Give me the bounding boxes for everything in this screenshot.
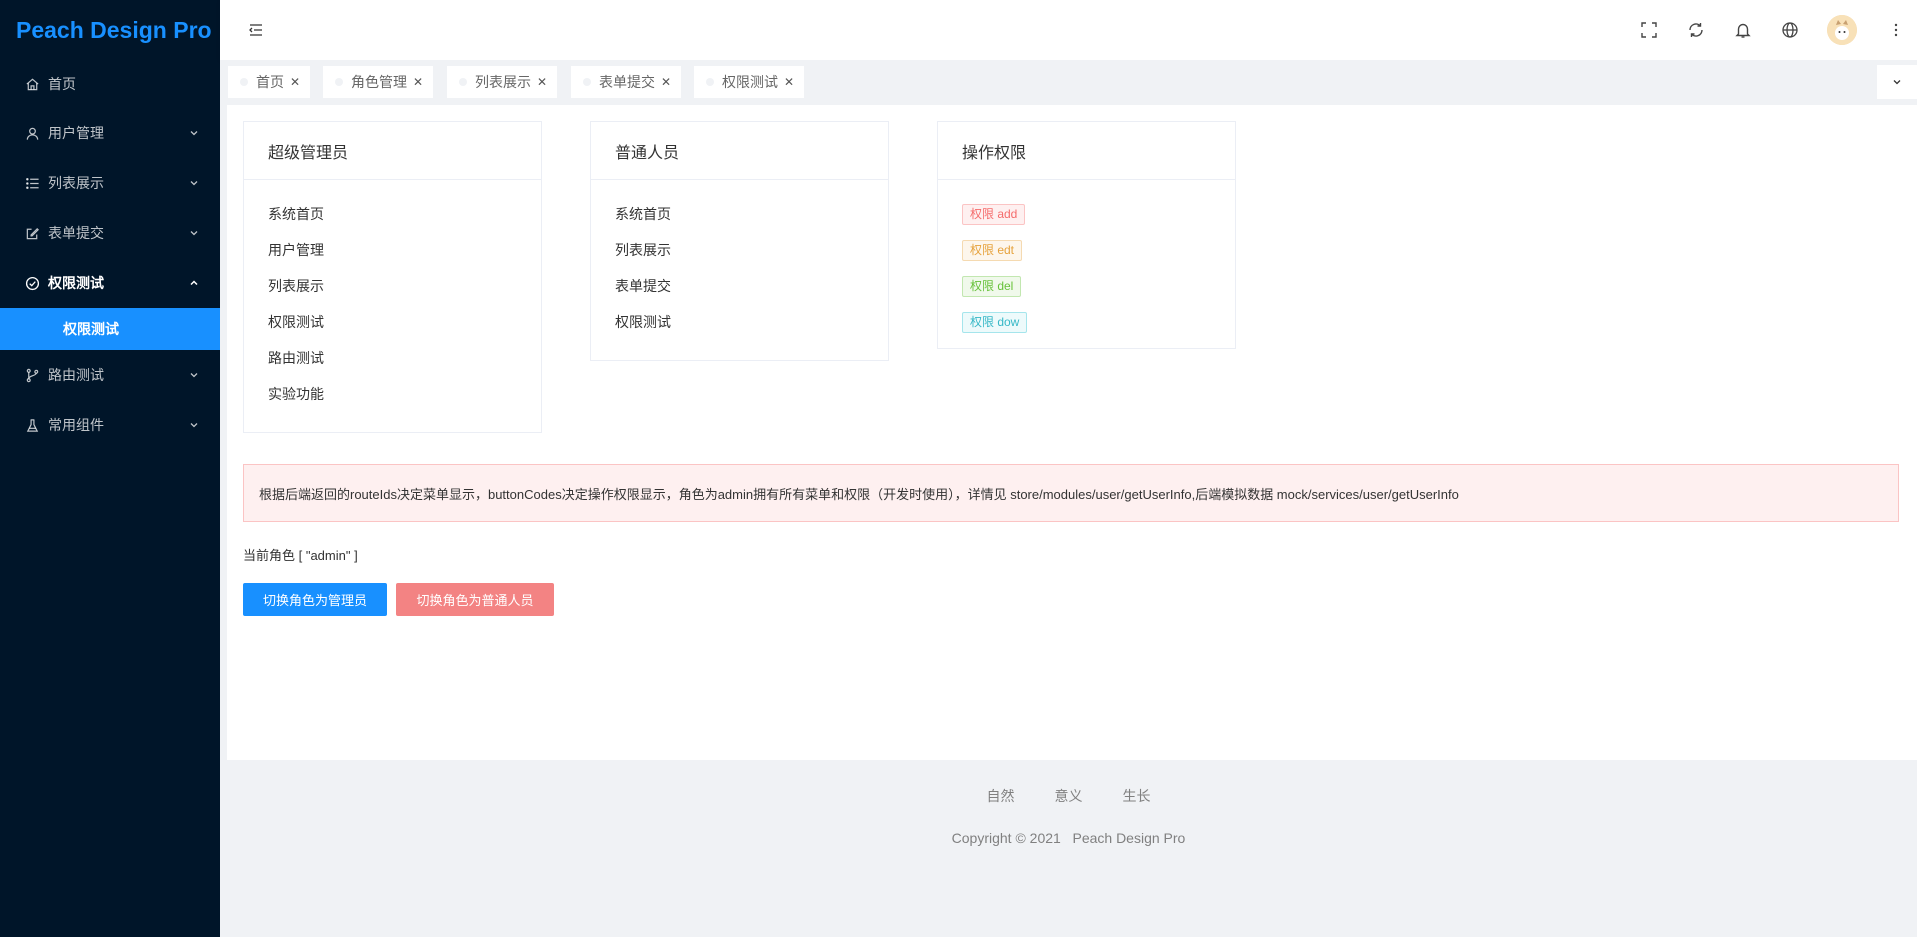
sidebar-item-home[interactable]: 首页 <box>0 60 220 108</box>
sidebar-item-label: 列表展示 <box>48 175 104 191</box>
switch-admin-button[interactable]: 切换角色为管理员 <box>243 583 387 616</box>
flask-icon <box>24 417 40 433</box>
sidebar-subitem-permission-test[interactable]: 权限测试 <box>0 308 220 350</box>
permission-tag-del: 权限 del <box>962 275 1022 297</box>
tab-label: 表单提交 <box>599 74 655 90</box>
sidebar-subitem-label: 权限测试 <box>63 321 119 337</box>
refresh-icon[interactable] <box>1687 21 1705 39</box>
chevron-down-icon <box>188 127 200 139</box>
tab-dot <box>583 78 591 86</box>
permission-tag-edt: 权限 edt <box>962 239 1023 261</box>
chevron-up-icon <box>188 277 200 289</box>
tab-label: 角色管理 <box>351 74 407 90</box>
bell-icon[interactable] <box>1734 21 1752 39</box>
footer-links: 自然 意义 生长 <box>220 786 1917 806</box>
sidebar-item-label: 表单提交 <box>48 225 104 241</box>
tab-label: 首页 <box>256 74 284 90</box>
sidebar-item-form[interactable]: 表单提交 <box>0 208 220 258</box>
sidebar-item-label: 权限测试 <box>48 275 104 291</box>
globe-icon[interactable] <box>1781 21 1799 39</box>
main-content: 超级管理员 系统首页 用户管理 列表展示 权限测试 路由测试 实验功能 普通人员… <box>227 105 1917 760</box>
tab-label: 权限测试 <box>722 74 778 90</box>
sidebar-item-users[interactable]: 用户管理 <box>0 108 220 158</box>
app-logo[interactable]: Peach Design Pro <box>0 0 220 60</box>
tab-form[interactable]: 表单提交 ✕ <box>571 66 682 98</box>
header-actions <box>1611 0 1917 60</box>
close-icon[interactable]: ✕ <box>784 75 794 89</box>
tabs-dropdown-button[interactable] <box>1877 65 1917 99</box>
sidebar-item-list[interactable]: 列表展示 <box>0 158 220 208</box>
chevron-down-icon <box>188 369 200 381</box>
footer-link[interactable]: 自然 <box>987 786 1015 806</box>
tab-home[interactable]: 首页 ✕ <box>228 66 311 98</box>
close-icon[interactable]: ✕ <box>537 75 547 89</box>
home-icon <box>24 76 40 92</box>
avatar[interactable] <box>1827 15 1857 45</box>
branch-icon <box>24 367 40 383</box>
fullscreen-icon[interactable] <box>1640 21 1658 39</box>
card-permissions: 操作权限 权限 add 权限 edt 权限 del 权限 dow <box>937 121 1236 349</box>
tab-dot <box>706 78 714 86</box>
footer-link[interactable]: 生长 <box>1123 786 1151 806</box>
list-item: 用户管理 <box>268 242 324 258</box>
sidebar-item-permission[interactable]: 权限测试 <box>0 258 220 308</box>
current-role-text: 当前角色 [ "admin" ] <box>243 548 358 563</box>
tab-list[interactable]: 列表展示 ✕ <box>447 66 558 98</box>
list-icon <box>24 175 40 191</box>
list-item: 列表展示 <box>268 278 324 294</box>
permission-tag-dow: 权限 dow <box>962 311 1028 333</box>
close-icon[interactable]: ✕ <box>661 75 671 89</box>
tab-label: 列表展示 <box>475 74 531 90</box>
chevron-down-icon <box>188 177 200 189</box>
switch-normal-button[interactable]: 切换角色为普通人员 <box>396 583 554 616</box>
chevron-down-icon <box>188 227 200 239</box>
check-circle-icon <box>24 275 40 291</box>
tab-dot <box>459 78 467 86</box>
more-vertical-icon[interactable] <box>1887 21 1905 39</box>
card-title: 普通人员 <box>591 122 888 180</box>
list-item: 实验功能 <box>268 386 324 402</box>
tab-dot <box>240 78 248 86</box>
menu-fold-icon[interactable] <box>248 22 264 38</box>
close-icon[interactable]: ✕ <box>413 75 423 89</box>
close-icon[interactable]: ✕ <box>290 75 300 89</box>
sidebar-item-label: 首页 <box>48 76 76 92</box>
sidebar-item-label: 用户管理 <box>48 125 104 141</box>
permission-tag-add: 权限 add <box>962 203 1026 225</box>
user-icon <box>24 125 40 141</box>
footer-link[interactable]: 意义 <box>1055 786 1083 806</box>
list-item: 列表展示 <box>615 242 671 258</box>
card-title: 超级管理员 <box>244 122 541 180</box>
tab-permission-test[interactable]: 权限测试 ✕ <box>694 66 805 98</box>
copyright: Copyright © 2021 Peach Design Pro <box>951 830 1186 846</box>
sidebar: Peach Design Pro 首页 用户管理 列表展示 表单提交 权限测试 … <box>0 0 220 937</box>
card-normal-user: 普通人员 系统首页 列表展示 表单提交 权限测试 <box>590 121 889 361</box>
alert-text: 根据后端返回的routeIds决定菜单显示，buttonCodes决定操作权限显… <box>259 486 1459 502</box>
list-item: 路由测试 <box>268 350 324 366</box>
chevron-down-icon <box>188 419 200 431</box>
card-title: 操作权限 <box>938 122 1235 180</box>
list-item: 系统首页 <box>615 206 671 222</box>
list-item: 表单提交 <box>615 278 671 294</box>
top-header <box>220 0 1917 60</box>
tab-bar: 首页 ✕ 角色管理 ✕ 列表展示 ✕ 表单提交 ✕ 权限测试 ✕ <box>220 60 1917 105</box>
edit-icon <box>24 225 40 241</box>
chevron-down-icon <box>1891 76 1903 88</box>
list-item: 权限测试 <box>268 314 324 330</box>
list-item: 权限测试 <box>615 314 671 330</box>
list-item: 系统首页 <box>268 206 324 222</box>
sidebar-item-route[interactable]: 路由测试 <box>0 350 220 400</box>
sidebar-item-components[interactable]: 常用组件 <box>0 400 220 450</box>
tab-role-management[interactable]: 角色管理 ✕ <box>323 66 434 98</box>
tab-dot <box>335 78 343 86</box>
info-alert: 根据后端返回的routeIds决定菜单显示，buttonCodes决定操作权限显… <box>243 464 1899 522</box>
card-super-admin: 超级管理员 系统首页 用户管理 列表展示 权限测试 路由测试 实验功能 <box>243 121 542 433</box>
sidebar-item-label: 路由测试 <box>48 367 104 383</box>
sidebar-item-label: 常用组件 <box>48 417 104 433</box>
